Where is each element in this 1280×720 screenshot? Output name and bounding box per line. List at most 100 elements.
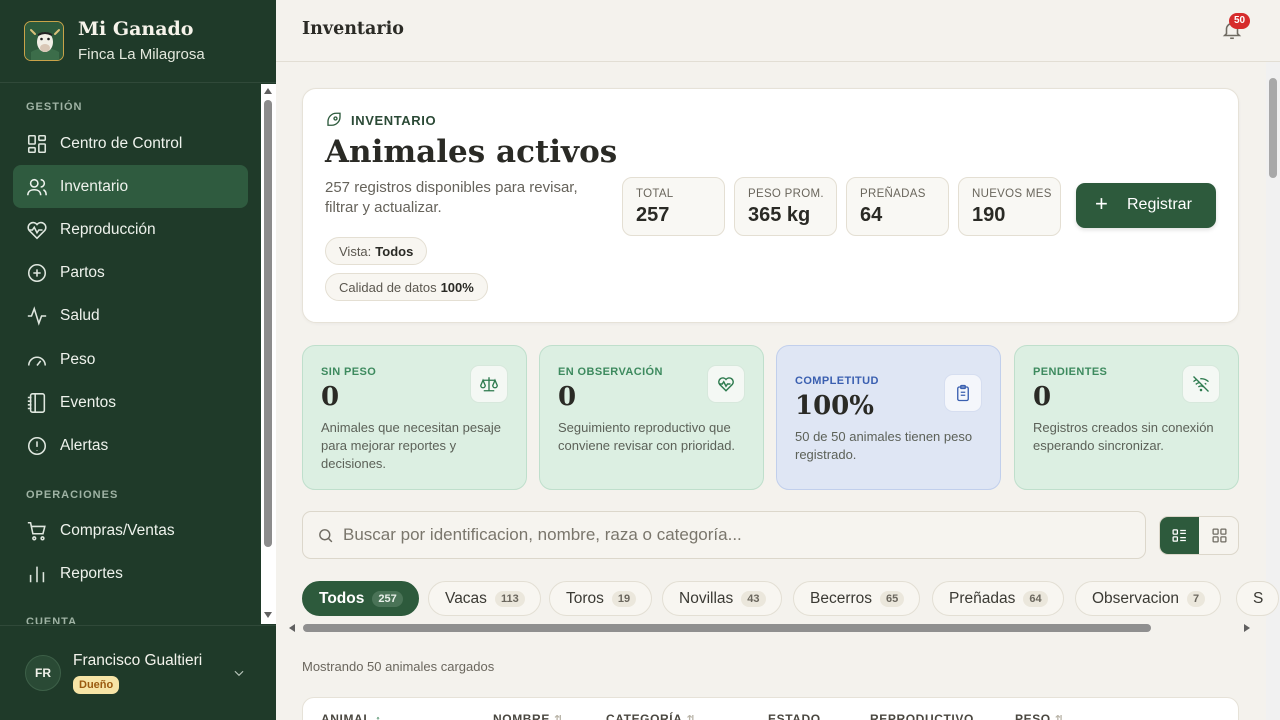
scroll-right-arrow-icon[interactable]	[1244, 624, 1250, 632]
view-toggle	[1159, 516, 1239, 555]
stat-label: NUEVOS MES	[972, 188, 1052, 200]
brand-title: Mi Ganado	[78, 18, 194, 40]
view-value: Todos	[375, 243, 414, 259]
scroll-up-arrow-icon[interactable]	[264, 88, 272, 94]
card-sin-peso[interactable]: SIN PESO 0 Animales que necesitan pesaje…	[302, 345, 527, 490]
inventory-summary-card: INVENTARIO Animales activos 257 registro…	[302, 88, 1239, 323]
tab-prenadas[interactable]: Preñadas 64	[932, 581, 1064, 616]
nav-item-eventos[interactable]: Eventos	[13, 381, 248, 424]
card-pendientes[interactable]: PENDIENTES 0 Registros creados sin conex…	[1014, 345, 1239, 490]
stat-label: PESO PROM.	[748, 188, 824, 200]
nav-item-salud[interactable]: Salud	[13, 294, 248, 337]
chevron-down-icon[interactable]	[232, 666, 246, 680]
view-pill: Vista: Todos	[325, 237, 428, 265]
grid-view-button[interactable]	[1200, 517, 1239, 554]
tab-count: 19	[611, 590, 637, 607]
notebook-icon	[27, 393, 46, 413]
search-input[interactable]	[343, 512, 1133, 558]
column-label: ESTADO	[768, 712, 821, 720]
farm-name: Finca La Milagrosa	[78, 46, 205, 63]
results-count: Mostrando 50 animales cargados	[302, 659, 495, 674]
nav-item-centro-de-control[interactable]: Centro de Control	[13, 122, 248, 165]
column-header-animal[interactable]: ANIMAL ↑	[321, 712, 381, 720]
clipboard-icon	[944, 374, 982, 412]
stat-value: 190	[972, 204, 1006, 226]
tab-label: Preñadas	[949, 589, 1016, 607]
tab-label: S	[1253, 589, 1264, 607]
tab-count: 43	[741, 590, 766, 607]
card-desc: Animales que necesitan pesaje para mejor…	[321, 420, 501, 471]
notification-count-badge: 50	[1229, 13, 1251, 29]
column-header-categoria[interactable]: CATEGORÍA ⇅	[606, 712, 696, 720]
nav-label: Reproducción	[60, 221, 156, 238]
avatar: FR	[25, 655, 61, 691]
scroll-left-arrow-icon[interactable]	[289, 624, 295, 632]
main-scroll-thumb[interactable]	[1269, 78, 1277, 178]
tab-overflow[interactable]: S	[1236, 581, 1280, 616]
tab-label: Toros	[566, 589, 604, 607]
stat-prenadas: PREÑADAS 64	[846, 177, 949, 236]
activity-icon	[27, 306, 47, 326]
sort-icon: ⇅	[686, 714, 697, 720]
tab-novillas[interactable]: Novillas 43	[662, 581, 782, 616]
nav-item-alertas[interactable]: Alertas	[13, 424, 248, 467]
tab-toros[interactable]: Toros 19	[549, 581, 653, 616]
nav-item-reportes[interactable]: Reportes	[13, 552, 248, 595]
section-kicker: INVENTARIO	[351, 113, 437, 128]
tab-becerros[interactable]: Becerros 65	[793, 581, 921, 616]
nav-label: Reportes	[60, 565, 123, 582]
nav-item-reproduccion[interactable]: Reproducción	[13, 208, 248, 251]
card-value: 0	[321, 382, 340, 412]
nav-label: Centro de Control	[60, 135, 183, 152]
card-value: 0	[1033, 382, 1052, 412]
card-en-observacion[interactable]: EN OBSERVACIÓN 0 Seguimiento reproductiv…	[539, 345, 764, 490]
column-header-estado[interactable]: ESTADO	[768, 712, 821, 720]
stat-value: 365 kg	[748, 204, 811, 226]
column-header-nombre[interactable]: NOMBRE ⇅	[493, 712, 564, 720]
tabs-scrollbar[interactable]	[286, 622, 1254, 634]
sidebar-scroll-thumb[interactable]	[264, 100, 272, 547]
tag-icon	[327, 112, 341, 126]
plus-circle-icon	[27, 263, 47, 283]
scale-icon	[470, 365, 508, 403]
nav-label: Inventario	[60, 178, 129, 195]
quality-value: 100%	[440, 279, 474, 295]
tab-count: 64	[1023, 590, 1048, 607]
alert-circle-icon	[27, 436, 47, 456]
grid-icon	[27, 134, 47, 154]
grid-view-icon	[1212, 528, 1227, 543]
nav-item-inventario[interactable]: Inventario	[13, 165, 248, 208]
user-name: Francisco Gualtieri	[73, 652, 203, 669]
card-value: 100%	[795, 391, 874, 421]
nav-label: Partos	[60, 264, 105, 281]
tab-observacion[interactable]: Observacion 7	[1075, 581, 1222, 616]
nav-item-compras-ventas[interactable]: Compras/Ventas	[13, 509, 248, 552]
nav-item-peso[interactable]: Peso	[13, 338, 248, 381]
scroll-down-arrow-icon[interactable]	[264, 612, 272, 618]
user-menu[interactable]: FR Francisco Gualtieri Dueño	[0, 625, 276, 720]
cart-icon	[27, 521, 46, 541]
cow-logo-icon	[24, 21, 64, 61]
register-button[interactable]: + Registrar	[1076, 183, 1216, 228]
tab-todos[interactable]: Todos 257	[302, 581, 419, 616]
nav-label: Salud	[60, 307, 100, 324]
tab-label: Todos	[319, 589, 365, 607]
main-scrollbar[interactable]	[1266, 62, 1280, 720]
nav-item-partos[interactable]: Partos	[13, 251, 248, 294]
stat-value: 64	[860, 204, 883, 226]
tab-vacas[interactable]: Vacas 113	[428, 581, 541, 616]
nav-label: Eventos	[60, 394, 117, 411]
card-completitud[interactable]: COMPLETITUD 100% 50 de 50 animales tiene…	[776, 345, 1001, 490]
column-header-peso[interactable]: PESO ⇅	[1015, 712, 1065, 720]
tabs-scroll-thumb[interactable]	[303, 624, 1151, 632]
sidebar-scrollbar[interactable]	[261, 84, 276, 624]
column-label: ANIMAL	[321, 712, 372, 720]
list-view-button[interactable]	[1160, 517, 1199, 554]
topbar: Inventario 50	[276, 0, 1280, 62]
tab-label: Novillas	[679, 589, 734, 607]
nav-label: Compras/Ventas	[60, 522, 175, 539]
card-label: PENDIENTES	[1033, 366, 1108, 378]
search-box[interactable]	[302, 511, 1146, 559]
column-header-reproductivo[interactable]: REPRODUCTIVO	[870, 712, 974, 720]
view-label: Vista:	[339, 243, 372, 259]
